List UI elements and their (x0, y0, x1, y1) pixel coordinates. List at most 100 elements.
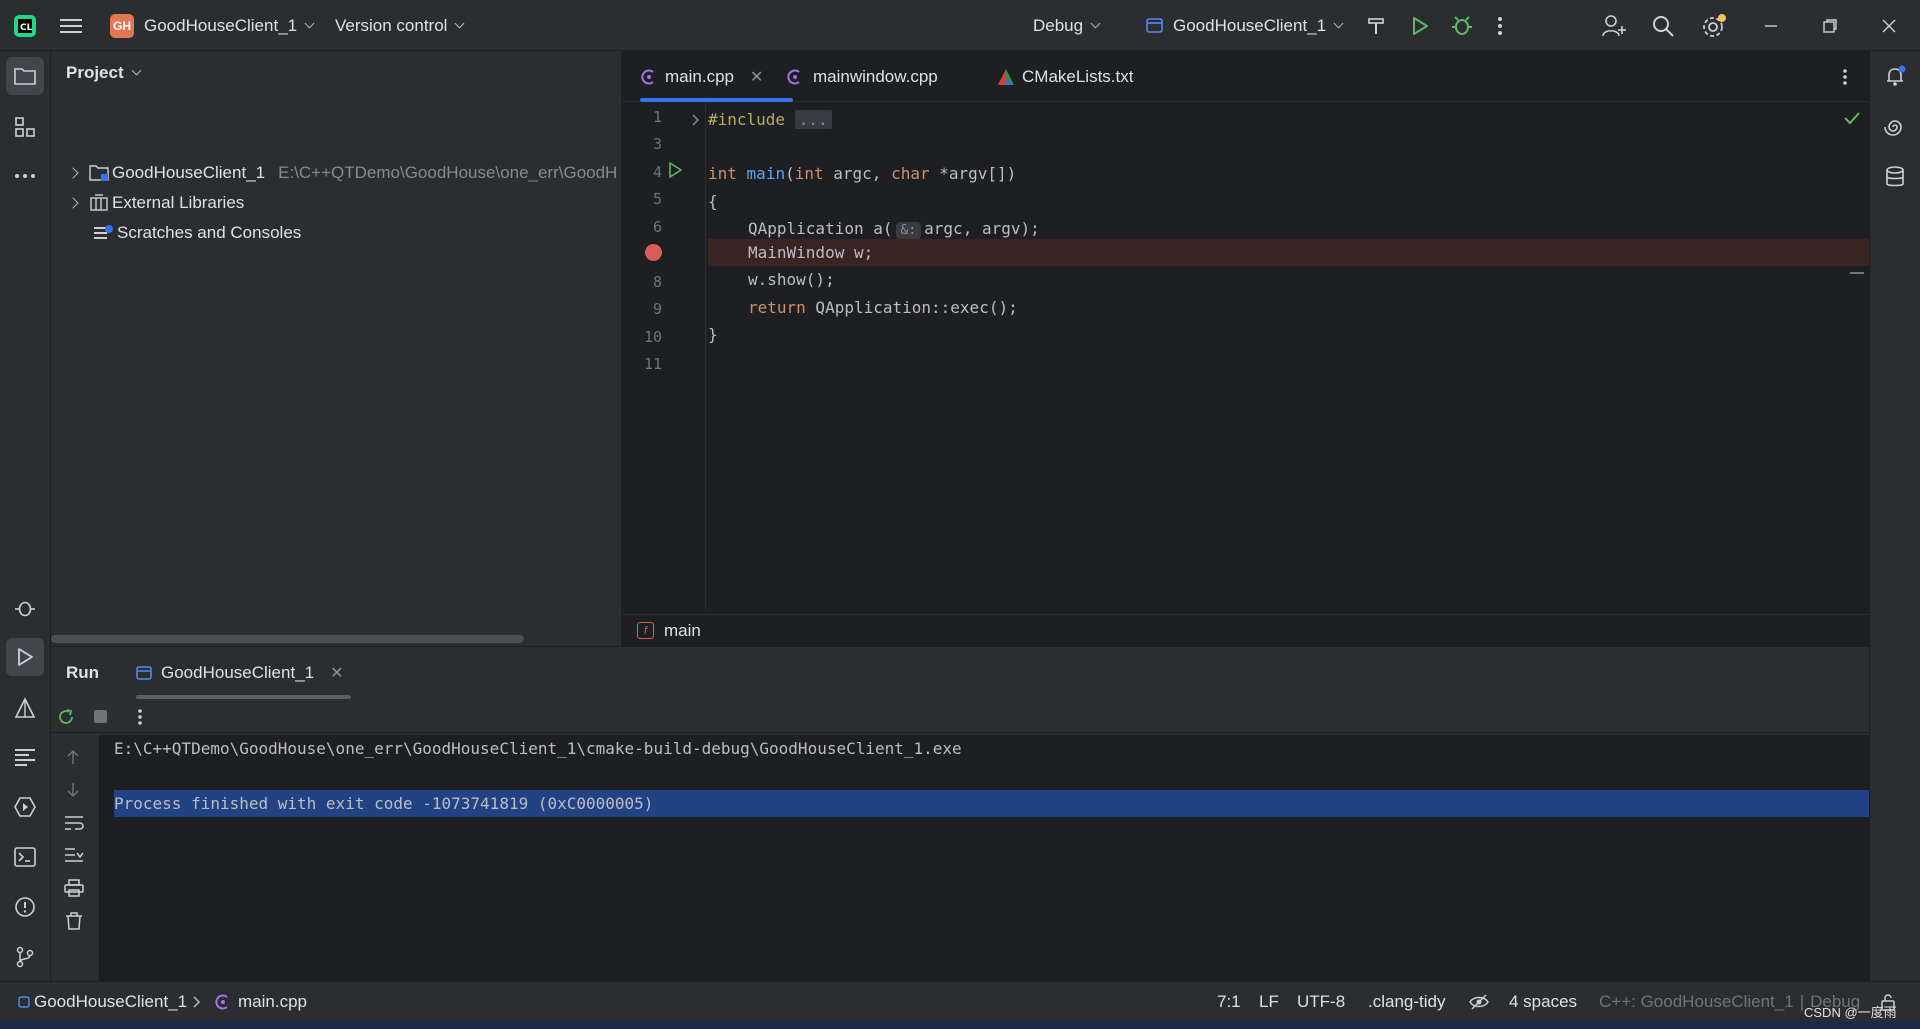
database-tool-button[interactable] (1876, 158, 1914, 196)
project-tool-button[interactable] (6, 57, 44, 95)
tab-mainwindow-cpp[interactable]: mainwindow.cpp (786, 51, 938, 102)
run-target-selector[interactable]: GoodHouseClient_1 (1146, 0, 1344, 51)
git-tool-button[interactable] (6, 938, 44, 976)
vcs-menu[interactable]: Version control (335, 0, 465, 51)
console-output[interactable]: E:\C++QTDemo\GoodHouse\one_err\GoodHouse… (100, 735, 1869, 982)
services-tool-button[interactable] (6, 788, 44, 826)
close-tab-icon[interactable]: ✕ (330, 663, 343, 683)
run-gutter-icon[interactable] (667, 162, 683, 178)
status-indent[interactable]: 4 spaces (1509, 982, 1577, 1022)
tabs-more-icon[interactable] (1842, 51, 1848, 102)
status-project-crumb[interactable]: GoodHouseClient_1 (18, 982, 187, 1022)
bell-icon (1887, 65, 1906, 86)
inspection-eye-icon[interactable] (1469, 982, 1489, 1022)
app-window-icon (136, 666, 152, 680)
run-config-tab[interactable]: GoodHouseClient_1 ✕ (136, 647, 351, 699)
cpp-file-icon (215, 994, 228, 1010)
run-button[interactable] (1410, 0, 1430, 51)
status-inspector[interactable]: .clang-tidy (1368, 982, 1445, 1022)
database-icon (1886, 166, 1904, 187)
console-line: E:\C++QTDemo\GoodHouse\one_err\GoodHouse… (114, 739, 962, 758)
cpp-file-icon (787, 69, 800, 84)
code-line-4[interactable]: int main(int argc, char *argv[]) (708, 160, 1016, 187)
settings-gear-icon[interactable] (1701, 0, 1727, 51)
horizontal-scrollbar[interactable] (51, 635, 524, 643)
code-line-5[interactable]: { (708, 188, 718, 215)
close-tab-icon[interactable]: ✕ (750, 67, 763, 87)
problems-tool-button[interactable] (6, 888, 44, 926)
messages-tool-button[interactable] (6, 738, 44, 776)
code-token: int (708, 164, 737, 183)
folded-region[interactable]: ... (794, 110, 832, 129)
more-actions-icon[interactable] (1497, 0, 1503, 51)
build-config-selector[interactable]: Debug (1033, 0, 1101, 51)
debug-button[interactable] (1451, 0, 1473, 51)
search-icon[interactable] (1652, 0, 1674, 51)
build-hammer-icon[interactable] (1366, 0, 1386, 51)
structure-tool-button[interactable] (6, 108, 44, 146)
console-side-toolbar (51, 735, 100, 982)
status-caret-position[interactable]: 7:1 (1217, 982, 1241, 1022)
project-panel-header[interactable]: Project (66, 63, 142, 83)
tree-item-project-root[interactable]: GoodHouseClient_1 E:\C++QTDemo\GoodHouse… (67, 158, 617, 188)
main-menu-icon[interactable] (60, 0, 82, 51)
print-icon[interactable] (64, 879, 84, 897)
code-token: argc, argv); (924, 219, 1040, 238)
run-target-label: GoodHouseClient_1 (1173, 15, 1327, 35)
services-icon (14, 797, 36, 817)
debug-tool-button[interactable] (6, 589, 44, 627)
status-file-crumb[interactable]: main.cpp (214, 982, 307, 1022)
fold-arrow-icon[interactable] (692, 114, 700, 126)
breakpoint-icon[interactable] (645, 244, 662, 261)
line-number: 6 (652, 218, 662, 236)
code-token: #include (708, 110, 786, 129)
run-tool-button[interactable] (6, 638, 44, 676)
code-line-7[interactable]: MainWindow w; (748, 239, 873, 266)
code-line-8[interactable]: w.show(); (748, 266, 835, 293)
ai-assistant-tool-button[interactable] (1876, 108, 1914, 146)
more-actions-icon[interactable] (137, 708, 143, 726)
trash-icon[interactable] (65, 912, 83, 930)
minimize-window-icon[interactable] (1764, 0, 1778, 51)
tab-main-cpp[interactable]: main.cpp ✕ (640, 51, 793, 102)
svg-text:CL: CL (20, 23, 33, 33)
status-line-separator[interactable]: LF (1259, 982, 1279, 1022)
chevron-right-icon[interactable] (67, 197, 79, 209)
console-line-selected: Process finished with exit code -1073741… (114, 790, 1869, 817)
project-panel: Project GoodHouseClient_1 E:\C++QTDemo\G… (51, 51, 622, 646)
add-user-icon[interactable] (1602, 0, 1626, 51)
project-name: GoodHouseClient_1 (144, 15, 298, 35)
library-icon (90, 194, 108, 211)
code-line-9[interactable]: return QApplication::exec(); (748, 294, 1018, 321)
more-tools-icon[interactable] (6, 157, 44, 195)
tree-item-scratches[interactable]: Scratches and Consoles (94, 218, 301, 248)
cmake-triangle-icon (14, 697, 36, 718)
chevron-right-icon[interactable] (67, 167, 79, 179)
code-line-6[interactable]: QApplication a(&: argc, argv); (748, 215, 1040, 242)
soft-wrap-icon[interactable] (64, 815, 84, 831)
notifications-tool-button[interactable] (1876, 57, 1914, 95)
tab-cmakelists[interactable]: CMakeLists.txt (997, 51, 1133, 102)
arrow-up-icon[interactable] (66, 749, 80, 765)
editor-gutter[interactable]: 1 3 4 5 6 7 8 9 10 11 (622, 102, 706, 610)
project-switcher[interactable]: GH GoodHouseClient_1 (110, 0, 315, 51)
app-logo-icon[interactable]: CL (12, 0, 38, 51)
terminal-tool-button[interactable] (6, 838, 44, 876)
stop-icon[interactable] (93, 709, 108, 724)
rerun-icon[interactable] (57, 708, 75, 726)
build-config-label: Debug (1033, 15, 1084, 35)
status-context-label: C++: GoodHouseClient_1 (1599, 992, 1794, 1011)
arrow-down-icon[interactable] (66, 782, 80, 798)
code-line-10[interactable]: } (708, 321, 718, 348)
scroll-to-end-icon[interactable] (64, 847, 84, 863)
breadcrumb-main[interactable]: main (664, 621, 701, 641)
close-window-icon[interactable] (1882, 0, 1896, 51)
tree-item-external-libraries[interactable]: External Libraries (67, 188, 244, 218)
cmake-tool-button[interactable] (6, 689, 44, 727)
code-line-1[interactable]: #include ... (708, 106, 832, 133)
chevron-down-icon (131, 65, 142, 76)
restore-window-icon[interactable] (1823, 0, 1837, 51)
code-token: char (891, 164, 930, 183)
status-encoding[interactable]: UTF-8 (1297, 982, 1345, 1022)
no-problems-check-icon[interactable] (1844, 111, 1860, 125)
